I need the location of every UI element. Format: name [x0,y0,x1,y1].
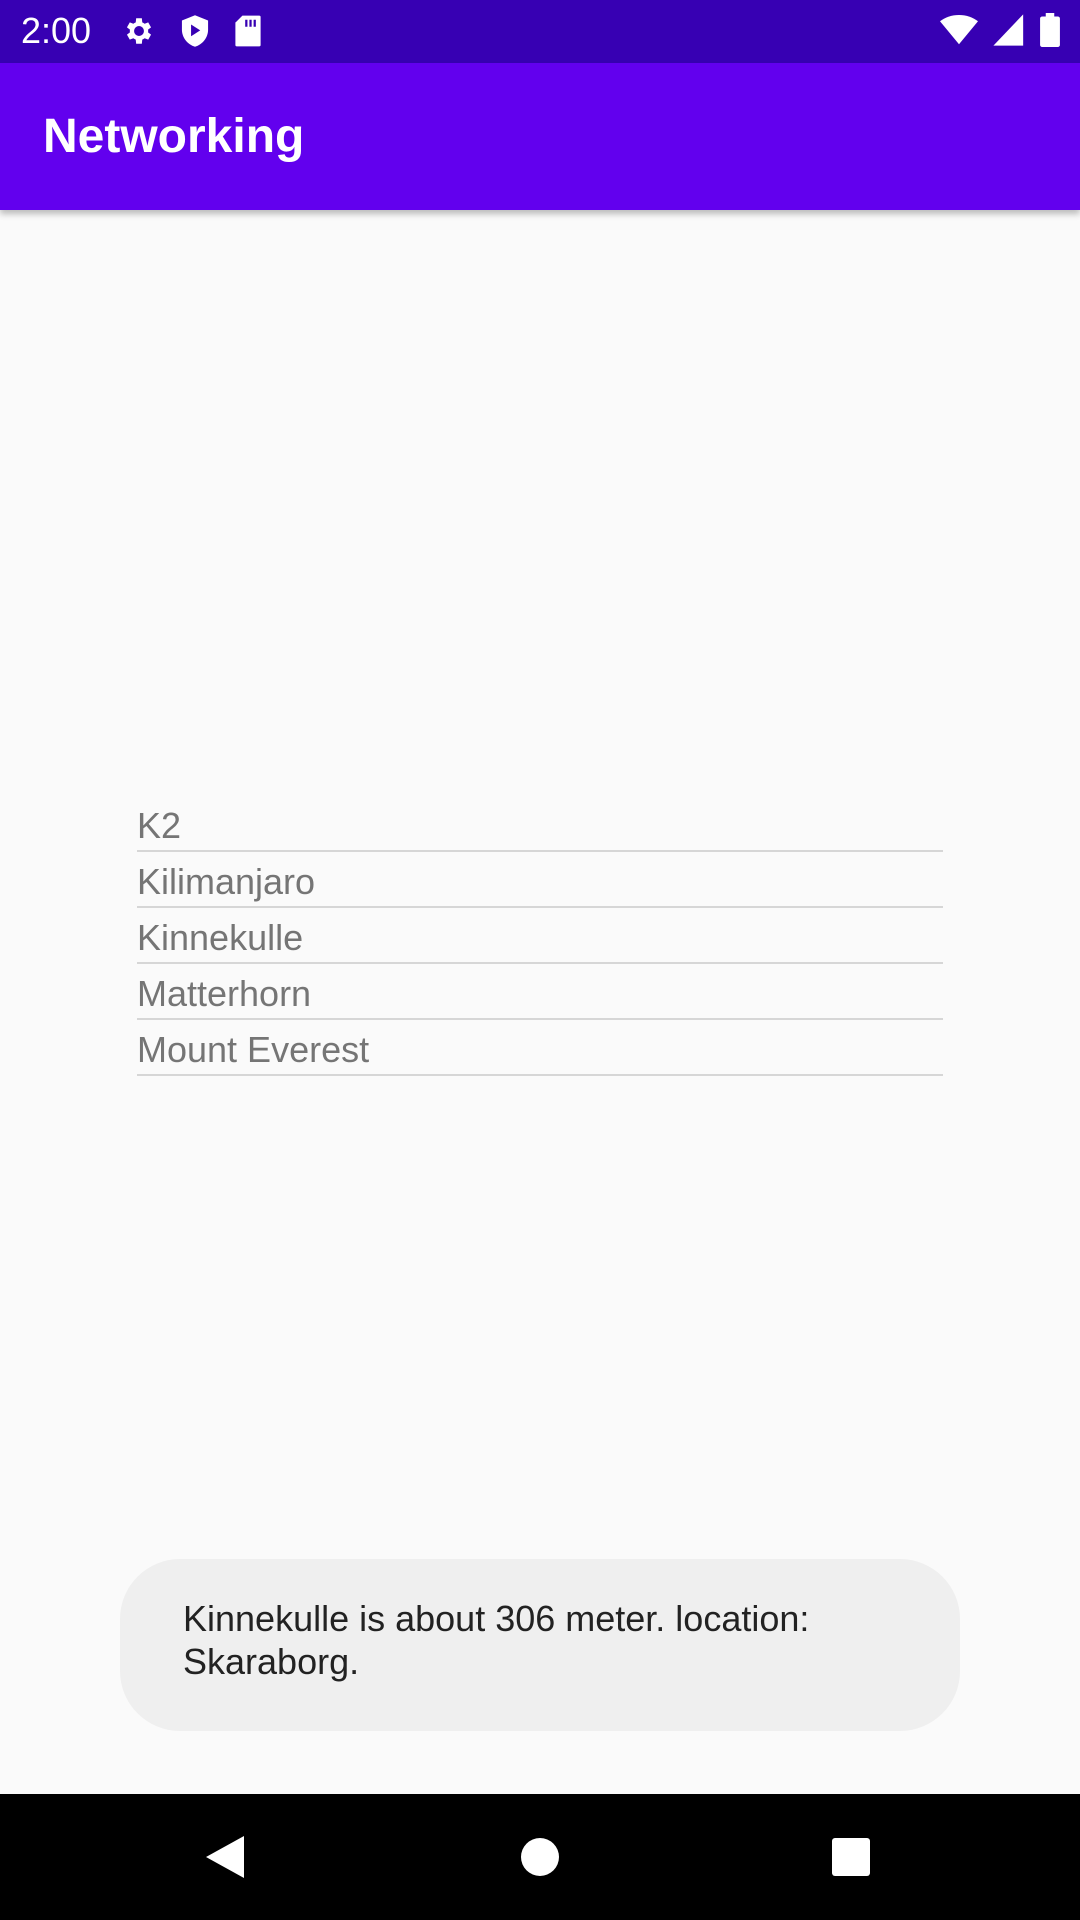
list-item[interactable]: K2 [137,796,943,852]
toast-message: Kinnekulle is about 306 meter. location:… [183,1598,810,1682]
list-item-label: Kinnekulle [137,917,304,958]
status-left-icons [122,14,262,48]
status-bar: 2:00 [0,0,1080,63]
list-item-label: Mount Everest [137,1029,370,1070]
status-time: 2:00 [21,10,92,51]
app-title: Networking [43,110,305,163]
list-item-label: Matterhorn [137,973,312,1014]
recents-button[interactable] [826,1832,876,1882]
mountain-list: K2 Kilimanjaro Kinnekulle Matterhorn Mou… [137,796,943,1076]
status-right-icons [940,13,1060,47]
navigation-bar [0,1794,1080,1920]
back-button[interactable] [200,1832,250,1882]
sd-card-icon [234,14,262,48]
toast: Kinnekulle is about 306 meter. location:… [120,1559,960,1731]
list-item[interactable]: Mount Everest [137,1020,943,1076]
shield-play-icon [179,14,211,48]
list-item[interactable]: Matterhorn [137,964,943,1020]
list-item-label: K2 [137,805,182,846]
list-item[interactable]: Kinnekulle [137,908,943,964]
back-icon [204,1834,246,1880]
home-icon [520,1837,560,1877]
home-button[interactable] [515,1832,565,1882]
settings-icon [122,14,156,48]
list-item[interactable]: Kilimanjaro [137,852,943,908]
cell-signal-icon [992,13,1026,47]
battery-icon [1040,13,1060,47]
app-bar: Networking [0,63,1080,210]
list-item-label: Kilimanjaro [137,861,316,902]
wifi-icon [940,14,978,46]
recents-icon [831,1837,871,1877]
